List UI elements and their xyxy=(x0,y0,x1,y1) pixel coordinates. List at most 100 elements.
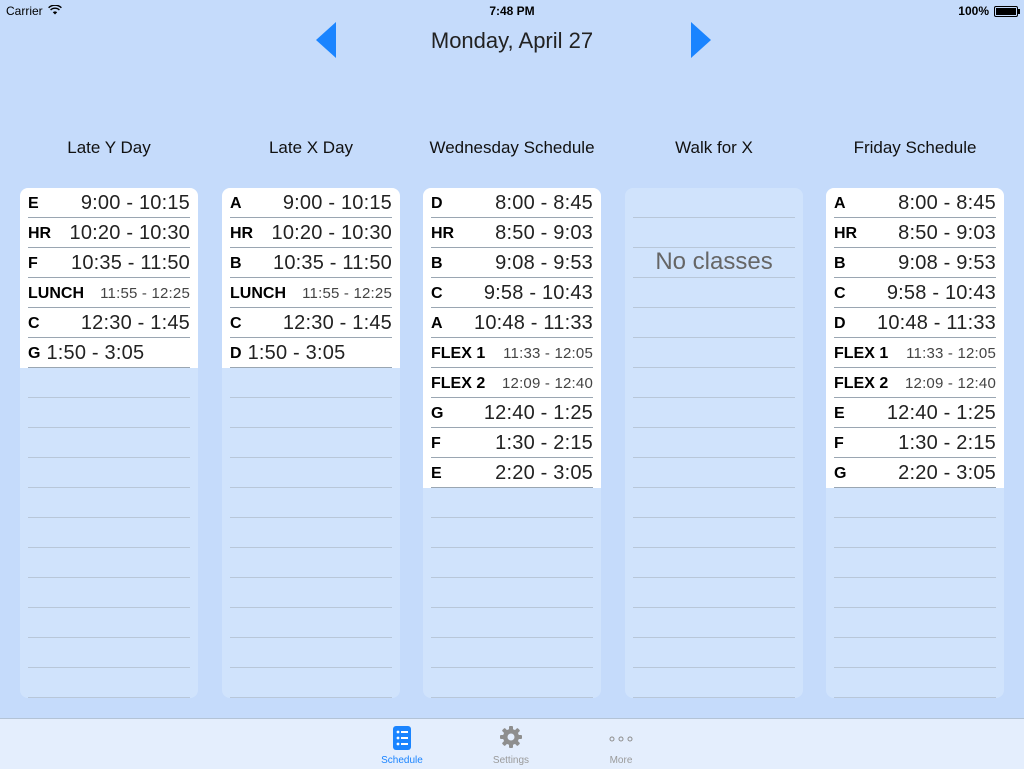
empty-row xyxy=(625,278,803,308)
period-letter: C xyxy=(230,315,242,332)
tab-label-more: More xyxy=(609,755,633,766)
period-letter: FLEX 2 xyxy=(834,375,889,392)
period-letter: E xyxy=(28,195,39,212)
period-row[interactable]: D 1:50 - 3:05 xyxy=(222,338,400,368)
next-day-button[interactable] xyxy=(689,20,713,60)
period-time: 1:50 - 3:05 xyxy=(247,341,346,364)
period-letter: E xyxy=(834,405,845,422)
period-row[interactable]: FLEX 1 11:33 - 12:05 xyxy=(826,338,1004,368)
period-time: 1:50 - 3:05 xyxy=(46,341,145,364)
period-row[interactable]: G 1:50 - 3:05 xyxy=(20,338,198,368)
period-row[interactable]: B 9:08 - 9:53 xyxy=(826,248,1004,278)
period-row[interactable]: E 9:00 - 10:15 xyxy=(20,188,198,218)
empty-row xyxy=(826,548,1004,578)
period-row[interactable]: A 9:00 - 10:15 xyxy=(222,188,400,218)
period-row[interactable]: HR 8:50 - 9:03 xyxy=(423,218,601,248)
period-row[interactable]: LUNCH 11:55 - 12:25 xyxy=(20,278,198,308)
tab-settings[interactable]: Settings xyxy=(471,719,551,769)
period-row[interactable]: C 12:30 - 1:45 xyxy=(20,308,198,338)
row-divider xyxy=(28,697,190,698)
status-bar: Carrier 7:48 PM 100% xyxy=(0,0,1024,20)
empty-row xyxy=(625,638,803,668)
more-dots-icon xyxy=(609,725,633,751)
period-row[interactable]: FLEX 1 11:33 - 12:05 xyxy=(423,338,601,368)
empty-row xyxy=(826,608,1004,638)
period-letter: F xyxy=(28,255,38,272)
period-time: 11:55 - 12:25 xyxy=(302,284,392,302)
period-time: 9:00 - 10:15 xyxy=(282,191,392,214)
period-row[interactable]: D 8:00 - 8:45 xyxy=(423,188,601,218)
period-letter: G xyxy=(431,405,444,422)
period-letter: A xyxy=(834,195,846,212)
period-letter: E xyxy=(431,465,442,482)
battery-label: 100% xyxy=(958,4,989,18)
period-row[interactable]: A 8:00 - 8:45 xyxy=(826,188,1004,218)
period-row[interactable]: FLEX 2 12:09 - 12:40 xyxy=(826,368,1004,398)
period-letter: FLEX 1 xyxy=(834,345,889,362)
empty-row xyxy=(20,638,198,668)
period-row[interactable]: B 10:35 - 11:50 xyxy=(222,248,400,278)
empty-row xyxy=(625,548,803,578)
column-title: Wednesday Schedule xyxy=(429,138,595,157)
period-row[interactable]: C 12:30 - 1:45 xyxy=(222,308,400,338)
period-time: 9:58 - 10:43 xyxy=(483,281,593,304)
period-letter: A xyxy=(230,195,242,212)
period-letter: FLEX 1 xyxy=(431,345,486,362)
period-time: 12:09 - 12:40 xyxy=(501,374,593,392)
empty-row xyxy=(222,398,400,428)
period-row[interactable]: HR 8:50 - 9:03 xyxy=(826,218,1004,248)
tab-schedule[interactable]: Schedule xyxy=(362,719,442,769)
period-letter: B xyxy=(230,255,242,272)
empty-row xyxy=(423,578,601,608)
empty-row xyxy=(625,308,803,338)
period-letter: HR xyxy=(28,225,52,242)
period-letter: D xyxy=(834,315,846,332)
date-title: Monday, April 27 xyxy=(430,28,594,53)
period-row[interactable]: HR 10:20 - 10:30 xyxy=(20,218,198,248)
period-row[interactable]: F 10:35 - 11:50 xyxy=(20,248,198,278)
period-row[interactable]: E 2:20 - 3:05 xyxy=(423,458,601,488)
period-row[interactable]: FLEX 2 12:09 - 12:40 xyxy=(423,368,601,398)
period-row[interactable]: D 10:48 - 11:33 xyxy=(826,308,1004,338)
period-row[interactable]: C 9:58 - 10:43 xyxy=(826,278,1004,308)
empty-row xyxy=(625,458,803,488)
period-time: 9:58 - 10:43 xyxy=(886,281,996,304)
period-letter: F xyxy=(431,435,441,452)
empty-row xyxy=(625,668,803,698)
schedule-card: No classes xyxy=(625,188,803,698)
triangle-right-icon xyxy=(691,22,711,58)
schedule-card: D 8:00 - 8:45 HR 8:50 - 9:03 B 9:08 - 9:53 C 9:… xyxy=(423,188,601,698)
period-time: 9:00 - 10:15 xyxy=(80,191,190,214)
period-row[interactable]: C 9:58 - 10:43 xyxy=(423,278,601,308)
period-time: 10:20 - 10:30 xyxy=(271,221,392,244)
period-time: 12:30 - 1:45 xyxy=(282,311,392,334)
schedule-card: A 8:00 - 8:45 HR 8:50 - 9:03 B 9:08 - 9:53 C 9:… xyxy=(826,188,1004,698)
period-time: 11:33 - 12:05 xyxy=(503,344,593,362)
period-letter: HR xyxy=(230,225,254,242)
period-row[interactable]: B 9:08 - 9:53 xyxy=(423,248,601,278)
empty-row xyxy=(423,638,601,668)
period-row[interactable]: A 10:48 - 11:33 xyxy=(423,308,601,338)
tab-more[interactable]: More xyxy=(581,719,661,769)
period-row[interactable]: F 1:30 - 2:15 xyxy=(423,428,601,458)
empty-row xyxy=(20,668,198,698)
period-row[interactable]: LUNCH 11:55 - 12:25 xyxy=(222,278,400,308)
empty-row xyxy=(222,638,400,668)
empty-row xyxy=(20,518,198,548)
period-row[interactable]: G 12:40 - 1:25 xyxy=(423,398,601,428)
period-row[interactable]: G 2:20 - 3:05 xyxy=(826,458,1004,488)
empty-row xyxy=(20,578,198,608)
period-time: 10:35 - 11:50 xyxy=(71,251,190,274)
period-time: 12:09 - 12:40 xyxy=(904,374,996,392)
empty-row xyxy=(222,458,400,488)
column-title: Late X Day xyxy=(268,138,354,157)
empty-row xyxy=(826,488,1004,518)
empty-row xyxy=(625,488,803,518)
period-row[interactable]: HR 10:20 - 10:30 xyxy=(222,218,400,248)
period-letter: B xyxy=(431,255,443,272)
period-letter: F xyxy=(834,435,844,452)
period-row[interactable]: F 1:30 - 2:15 xyxy=(826,428,1004,458)
schedule-card: E 9:00 - 10:15 HR 10:20 - 10:30 F 10:35 - 11:… xyxy=(20,188,198,698)
period-row[interactable]: E 12:40 - 1:25 xyxy=(826,398,1004,428)
empty-row xyxy=(20,608,198,638)
